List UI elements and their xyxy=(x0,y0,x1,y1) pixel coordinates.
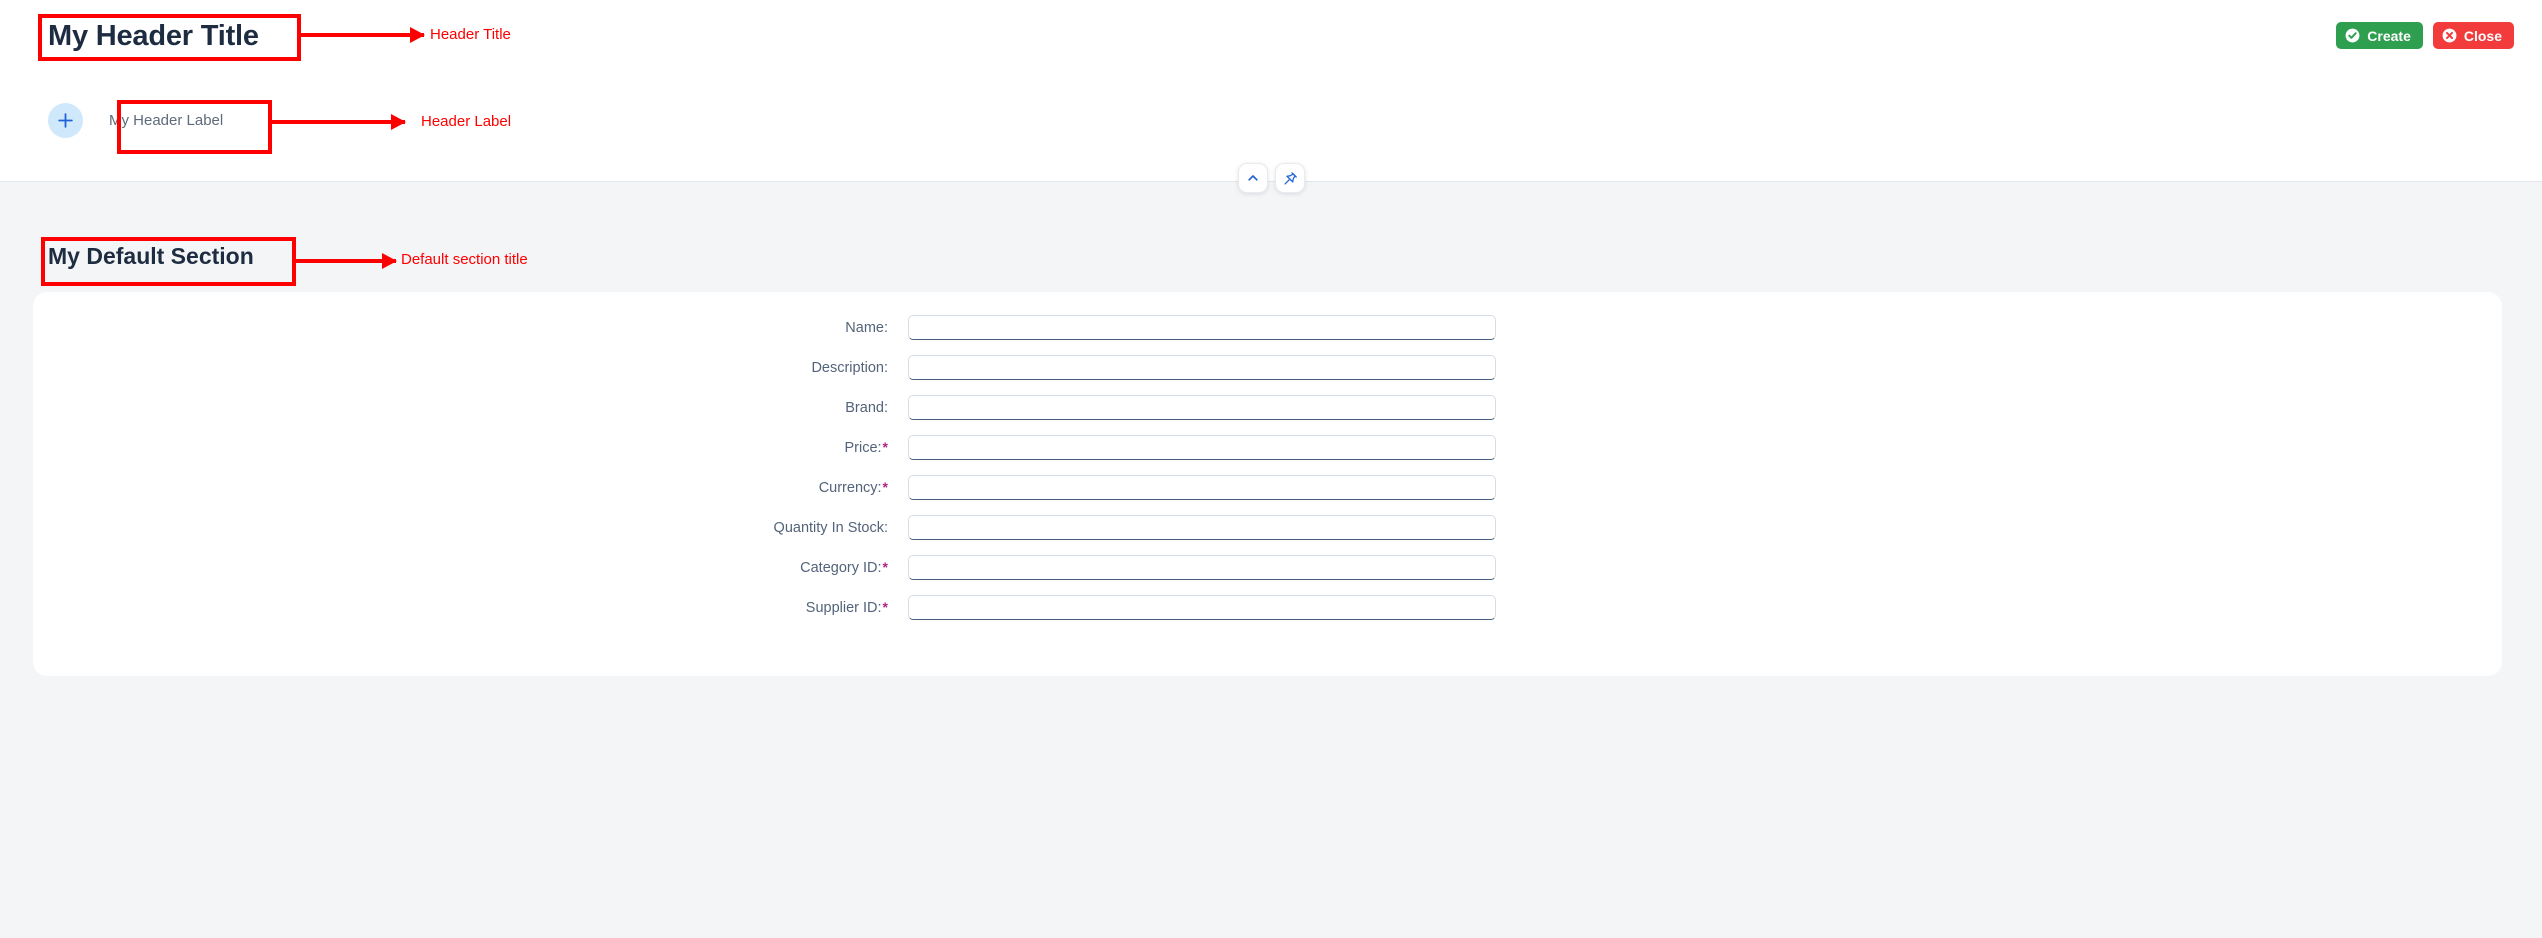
required-indicator: * xyxy=(882,559,888,575)
app-page: My Header Title Create Close My Header L… xyxy=(0,0,2542,938)
required-indicator: * xyxy=(882,599,888,615)
x-circle-icon xyxy=(2442,28,2457,43)
currency-input[interactable] xyxy=(908,475,1496,500)
close-button[interactable]: Close xyxy=(2432,22,2514,49)
form-row: Description: xyxy=(33,355,2502,380)
pin-icon xyxy=(1283,171,1298,186)
header-panel: My Header Title Create Close My Header L… xyxy=(0,0,2542,182)
brand-input[interactable] xyxy=(908,395,1496,420)
annotation-arrow-section-title xyxy=(293,253,397,269)
header-add-row: My Header Label xyxy=(48,103,223,138)
section-title: My Default Section xyxy=(48,243,254,269)
field-label-description: Description: xyxy=(811,359,888,376)
annotation-label-section-title: Default section title xyxy=(401,251,528,268)
header-action-buttons: Create Close xyxy=(2336,22,2514,49)
field-label-category-id: Category ID:* xyxy=(800,559,888,576)
pin-button[interactable] xyxy=(1275,163,1305,193)
close-button-label: Close xyxy=(2463,27,2502,44)
field-label-name: Name: xyxy=(845,319,888,336)
form-field-list: Name: Description: Brand: Price:* Curren… xyxy=(33,315,2502,635)
collapse-button[interactable] xyxy=(1238,163,1268,193)
price-input[interactable] xyxy=(908,435,1496,460)
create-button[interactable]: Create xyxy=(2336,22,2423,49)
name-input[interactable] xyxy=(908,315,1496,340)
form-row: Quantity In Stock: xyxy=(33,515,2502,540)
required-indicator: * xyxy=(882,439,888,455)
form-card: Name: Description: Brand: Price:* Curren… xyxy=(33,292,2502,676)
add-button[interactable] xyxy=(48,103,83,138)
required-indicator: * xyxy=(882,479,888,495)
supplier-id-input[interactable] xyxy=(908,595,1496,620)
category-id-input[interactable] xyxy=(908,555,1496,580)
page-title: My Header Title xyxy=(48,20,259,52)
panel-edge-buttons xyxy=(1238,163,1305,193)
header-label: My Header Label xyxy=(109,112,224,129)
form-row: Brand: xyxy=(33,395,2502,420)
form-row: Name: xyxy=(33,315,2502,340)
plus-icon xyxy=(57,112,74,129)
field-label-brand: Brand: xyxy=(845,399,888,416)
form-row: Currency:* xyxy=(33,475,2502,500)
field-label-price: Price:* xyxy=(844,439,888,456)
form-row: Category ID:* xyxy=(33,555,2502,580)
form-row: Supplier ID:* xyxy=(33,595,2502,620)
create-button-label: Create xyxy=(2367,27,2411,44)
field-label-quantity-in-stock: Quantity In Stock: xyxy=(773,519,888,536)
check-circle-icon xyxy=(2345,28,2360,43)
description-input[interactable] xyxy=(908,355,1496,380)
field-label-currency: Currency:* xyxy=(818,479,888,496)
quantity-in-stock-input[interactable] xyxy=(908,515,1496,540)
field-label-supplier-id: Supplier ID:* xyxy=(805,599,888,616)
chevron-up-icon xyxy=(1246,171,1260,185)
form-row: Price:* xyxy=(33,435,2502,460)
